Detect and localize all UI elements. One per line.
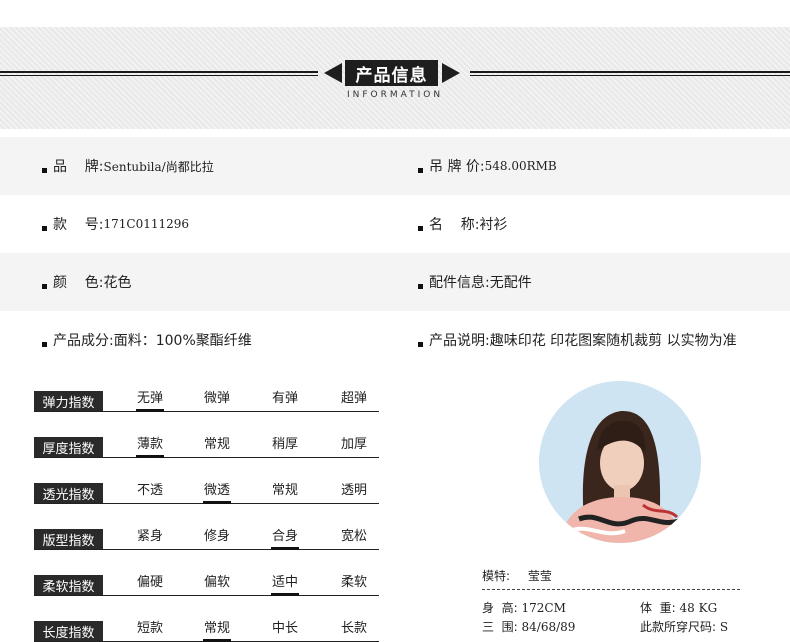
index-option: 超弹 <box>340 391 367 406</box>
model-avatar <box>539 381 701 543</box>
model-size: 此款所穿尺码: S <box>640 618 728 635</box>
index-option: 微弹 <box>203 391 230 406</box>
weight-label: 体 重: <box>640 601 676 615</box>
index-row-thickness: 厚度指数 薄款 常规 稍厚 加厚 <box>34 431 379 458</box>
index-option: 适中 <box>255 571 315 596</box>
bullet-icon <box>418 341 423 347</box>
bullet-icon <box>42 341 47 347</box>
model-measurements: 三 围: 84/68/89 <box>482 618 575 635</box>
index-option: 薄款 <box>120 433 180 458</box>
index-option: 加厚 <box>340 437 367 452</box>
index-option: 长款 <box>340 621 367 636</box>
info-label: 吊 牌 价: <box>429 159 485 175</box>
size-value: S <box>719 620 729 634</box>
index-label: 透光指数 <box>34 483 103 503</box>
index-option: 柔软 <box>340 575 367 590</box>
index-option: 透明 <box>340 483 367 498</box>
measure-value: 84/68/89 <box>521 620 576 634</box>
info-cell-description: 产品说明: 趣味印花 印花图案随机裁剪 以实物为准 <box>418 311 737 369</box>
model-height: 身 高: 172CM <box>482 599 566 616</box>
info-value: 548.00RMB <box>484 159 557 173</box>
header-banner: 产品信息 INFORMATION <box>0 27 790 129</box>
index-row-transparency: 透光指数 不透 微透 常规 透明 <box>34 477 379 504</box>
index-option: 合身 <box>255 525 315 550</box>
index-option: 常规 <box>203 437 230 452</box>
header-line <box>470 71 790 73</box>
index-row-elasticity: 弹力指数 无弹 微弹 有弹 超弹 <box>34 385 379 412</box>
model-name: 莹莹 <box>527 569 552 583</box>
header-line <box>470 75 790 76</box>
height-value: 172CM <box>521 601 566 615</box>
index-option: 无弹 <box>120 387 180 412</box>
ribbon-right-icon <box>442 63 460 83</box>
ribbon-left-icon <box>324 63 342 83</box>
header-line <box>0 71 318 73</box>
size-label: 此款所穿尺码: <box>640 620 717 634</box>
index-option: 不透 <box>136 483 163 498</box>
index-option: 常规 <box>271 483 298 498</box>
info-cell-style-no: 款 号: 171C0111296 <box>42 195 189 253</box>
header-line <box>0 75 318 76</box>
info-label: 品 牌: <box>53 159 104 175</box>
info-label: 产品成分: <box>53 333 114 349</box>
info-row: 颜 色: 花色 配件信息: 无配件 <box>0 253 790 311</box>
info-cell-name: 名 称: 衬衫 <box>418 195 508 253</box>
info-cell-accessories: 配件信息: 无配件 <box>418 253 532 311</box>
index-option: 短款 <box>136 621 163 636</box>
index-option: 中长 <box>271 621 298 636</box>
index-option: 有弹 <box>271 391 298 406</box>
bullet-icon <box>42 167 47 173</box>
info-label: 款 号: <box>53 217 104 233</box>
index-label: 长度指数 <box>34 621 103 641</box>
info-cell-brand: 品 牌: Sentubila/尚都比拉 <box>42 137 214 195</box>
index-row-softness: 柔软指数 偏硬 偏软 适中 柔软 <box>34 569 379 596</box>
info-label: 颜 色: <box>53 275 104 291</box>
bullet-icon <box>418 283 423 289</box>
weight-value: 48 KG <box>679 601 718 615</box>
bullet-icon <box>42 225 47 231</box>
section-subtitle: INFORMATION <box>346 90 444 100</box>
index-option: 常规 <box>187 617 247 642</box>
height-label: 身 高: <box>482 601 518 615</box>
info-label: 名 称: <box>429 217 480 233</box>
info-value: Sentubila/尚都比拉 <box>103 159 214 174</box>
info-cell-color: 颜 色: 花色 <box>42 253 132 311</box>
info-row: 款 号: 171C0111296 名 称: 衬衫 <box>0 195 790 253</box>
measure-label: 三 围: <box>482 620 518 634</box>
info-value: 面料：100%聚酯纤维 <box>113 333 252 349</box>
info-row: 品 牌: Sentubila/尚都比拉 吊 牌 价: 548.00RMB <box>0 137 790 195</box>
info-value: 171C0111296 <box>103 217 190 231</box>
index-label: 版型指数 <box>34 529 103 549</box>
model-header: 模特: 莹莹 <box>482 567 740 590</box>
index-option: 微透 <box>187 479 247 504</box>
info-cell-price: 吊 牌 价: 548.00RMB <box>418 137 557 195</box>
info-value: 无配件 <box>489 275 532 291</box>
bullet-icon <box>42 283 47 289</box>
model-portrait-icon <box>539 381 701 543</box>
index-option: 紧身 <box>136 529 163 544</box>
index-label: 弹力指数 <box>34 391 103 411</box>
info-row: 产品成分: 面料：100%聚酯纤维 产品说明: 趣味印花 印花图案随机裁剪 以实… <box>0 311 790 369</box>
index-option: 宽松 <box>340 529 367 544</box>
index-row-fit: 版型指数 紧身 修身 合身 宽松 <box>34 523 379 550</box>
index-option: 偏硬 <box>136 575 163 590</box>
model-label: 模特: <box>482 569 511 583</box>
index-label: 厚度指数 <box>34 437 103 457</box>
info-value: 衬衫 <box>479 217 508 233</box>
index-option: 修身 <box>203 529 230 544</box>
info-cell-composition: 产品成分: 面料：100%聚酯纤维 <box>42 311 252 369</box>
model-weight: 体 重: 48 KG <box>640 599 717 616</box>
index-option: 偏软 <box>203 575 230 590</box>
info-label: 产品说明: <box>429 333 490 349</box>
bullet-icon <box>418 225 423 231</box>
info-value: 趣味印花 印花图案随机裁剪 以实物为准 <box>489 333 737 349</box>
info-label: 配件信息: <box>429 275 490 291</box>
index-row-length: 长度指数 短款 常规 中长 长款 <box>34 615 379 642</box>
info-value: 花色 <box>103 275 132 291</box>
index-label: 柔软指数 <box>34 575 103 595</box>
bullet-icon <box>418 167 423 173</box>
section-title: 产品信息 <box>345 60 438 86</box>
index-option: 稍厚 <box>271 437 298 452</box>
